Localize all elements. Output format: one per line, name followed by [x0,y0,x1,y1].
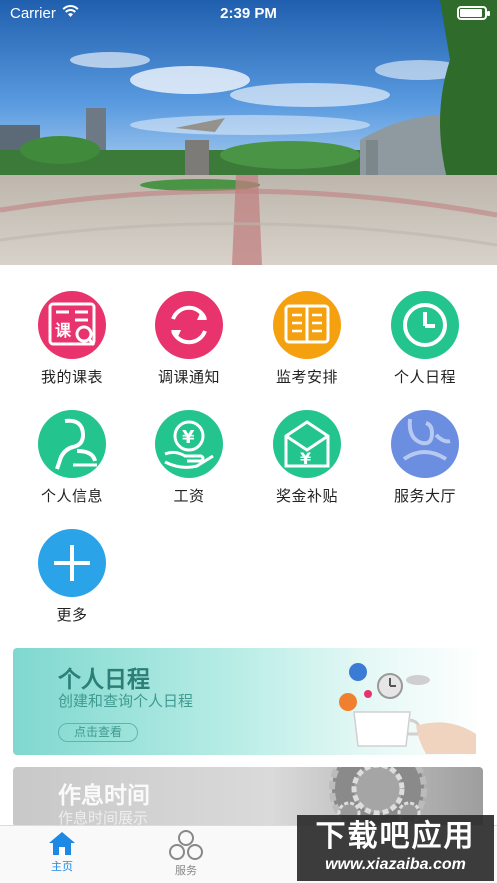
site-watermark: 下载吧应用 www.xiazaiba.com [297,815,494,881]
svg-text:¥: ¥ [300,449,311,468]
card-subtitle: 作息时间展示 [58,810,149,827]
grid-item-timetable[interactable]: 课 我的课表 [13,286,131,396]
circles-icon [169,830,203,860]
personal-schedule-card[interactable]: 个人日程 创建和查询个人日程 点击查看 [13,648,483,755]
timetable-icon: 课 [38,291,106,359]
wifi-icon [62,4,79,22]
person-icon [38,410,106,478]
battery-icon [457,6,490,20]
grid-label: 个人信息 [40,488,103,505]
grid-item-more[interactable]: 更多 [13,524,131,634]
plus-icon [38,529,106,597]
grid-label: 服务大厅 [393,488,456,505]
grid-item-personal-info[interactable]: 个人信息 [13,405,131,515]
grid-item-class-change[interactable]: 调课通知 [130,286,248,396]
yen-envelope-icon: ¥ [273,410,341,478]
grid-label: 监考安排 [275,369,338,386]
svg-text:课: 课 [55,321,72,340]
watermark-title: 下载吧应用 [315,820,476,853]
card-subtitle: 创建和查询个人日程 [58,693,194,710]
clock-icon [391,291,459,359]
book-icon [273,291,341,359]
svg-text:¥: ¥ [182,427,195,448]
campus-banner-image [0,0,497,265]
schedule-illustration [339,663,476,754]
service-hall-icon [391,410,459,478]
card-title: 作息时间 [58,782,150,808]
grid-item-personal-schedule[interactable]: 个人日程 [366,286,484,396]
grid-label: 奖金补贴 [275,488,338,505]
grid-label: 调课通知 [157,369,220,386]
grid-label: 工资 [173,488,205,505]
grid-item-invigilation[interactable]: 监考安排 [248,286,366,396]
tab-label: 主页 [51,861,73,873]
tab-home[interactable]: 主页 [27,830,97,874]
tab-label: 服务 [175,865,197,877]
yen-coin-icon: ¥ [155,410,223,478]
home-icon [49,832,75,855]
status-bar: Carrier 2:39 PM [0,0,497,26]
grid-item-service-hall[interactable]: 服务大厅 [366,405,484,515]
carrier-label: Carrier [10,4,56,22]
grid-label: 我的课表 [40,369,103,386]
tab-service[interactable]: 服务 [151,830,221,878]
view-button[interactable]: 点击查看 [58,723,138,742]
grid-item-bonus[interactable]: ¥ 奖金补贴 [248,405,366,515]
grid-item-salary[interactable]: ¥ 工资 [130,405,248,515]
grid-label: 个人日程 [393,369,456,386]
grid-label: 更多 [56,607,88,624]
card-title: 个人日程 [58,666,150,692]
status-left: Carrier [10,5,79,22]
watermark-url: www.xiazaiba.com [325,856,466,873]
refresh-circle-icon [155,291,223,359]
